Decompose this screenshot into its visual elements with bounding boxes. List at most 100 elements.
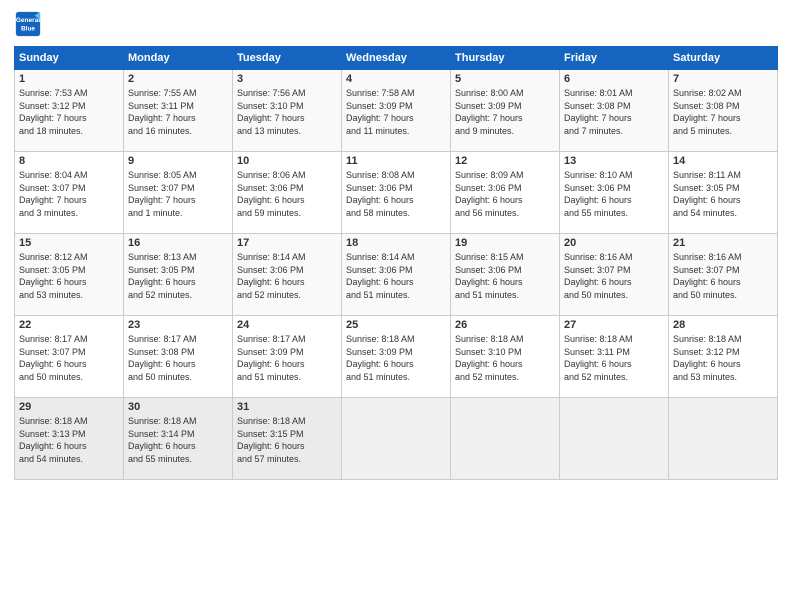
day-info: Sunrise: 8:17 AMSunset: 3:07 PMDaylight:… [19,333,119,383]
day-number: 4 [346,73,446,85]
day-info: Sunrise: 8:18 AMSunset: 3:14 PMDaylight:… [128,415,228,465]
day-number: 11 [346,155,446,167]
day-info: Sunrise: 7:55 AMSunset: 3:11 PMDaylight:… [128,87,228,137]
day-cell: 15 Sunrise: 8:12 AMSunset: 3:05 PMDayligh… [15,234,124,316]
day-number: 9 [128,155,228,167]
day-info: Sunrise: 7:53 AMSunset: 3:12 PMDaylight:… [19,87,119,137]
day-number: 2 [128,73,228,85]
day-cell: 17Sunrise: 8:14 AMSunset: 3:06 PMDayligh… [233,234,342,316]
day-cell: 28Sunrise: 8:18 AMSunset: 3:12 PMDayligh… [669,316,778,398]
day-number: 23 [128,319,228,331]
header: General Blue [14,10,778,38]
dow-header-saturday: Saturday [669,47,778,70]
dow-header-monday: Monday [124,47,233,70]
day-number: 19 [455,237,555,249]
days-of-week-row: SundayMondayTuesdayWednesdayThursdayFrid… [15,47,778,70]
day-cell: 19 Sunrise: 8:15 AMSunset: 3:06 PMDayligh… [451,234,560,316]
logo-icon: General Blue [14,10,42,38]
week-row-2: 8 Sunrise: 8:04 AMSunset: 3:07 PMDaylight… [15,152,778,234]
day-cell: 14 Sunrise: 8:11 AMSunset: 3:05 PMDayligh… [669,152,778,234]
page: General Blue SundayMondayTuesdayWednesda… [0,0,792,612]
day-info: Sunrise: 8:11 AMSunset: 3:05 PMDaylight:… [673,169,773,219]
day-info: Sunrise: 8:18 AMSunset: 3:15 PMDaylight:… [237,415,337,465]
calendar: SundayMondayTuesdayWednesdayThursdayFrid… [14,46,778,480]
day-info: Sunrise: 8:16 AMSunset: 3:07 PMDaylight:… [673,251,773,301]
day-cell: 2 Sunrise: 7:55 AMSunset: 3:11 PMDaylight… [124,70,233,152]
day-info: Sunrise: 8:14 AMSunset: 3:06 PMDaylight:… [237,251,337,301]
day-cell: 1 Sunrise: 7:53 AMSunset: 3:12 PMDaylight… [15,70,124,152]
day-number: 7 [673,73,773,85]
day-info: Sunrise: 8:12 AMSunset: 3:05 PMDaylight:… [19,251,119,301]
day-info: Sunrise: 8:16 AMSunset: 3:07 PMDaylight:… [564,251,664,301]
day-cell: 31 Sunrise: 8:18 AMSunset: 3:15 PMDayligh… [233,398,342,480]
day-info: Sunrise: 8:15 AMSunset: 3:06 PMDaylight:… [455,251,555,301]
day-cell: 5Sunrise: 8:00 AMSunset: 3:09 PMDaylight… [451,70,560,152]
day-info: Sunrise: 8:18 AMSunset: 3:10 PMDaylight:… [455,333,555,383]
day-cell: 8 Sunrise: 8:04 AMSunset: 3:07 PMDaylight… [15,152,124,234]
day-info: Sunrise: 8:13 AMSunset: 3:05 PMDaylight:… [128,251,228,301]
day-number: 27 [564,319,664,331]
day-number: 10 [237,155,337,167]
dow-header-sunday: Sunday [15,47,124,70]
day-cell: 10 Sunrise: 8:06 AMSunset: 3:06 PMDayligh… [233,152,342,234]
day-number: 16 [128,237,228,249]
day-info: Sunrise: 8:01 AMSunset: 3:08 PMDaylight:… [564,87,664,137]
day-info: Sunrise: 8:06 AMSunset: 3:06 PMDaylight:… [237,169,337,219]
day-cell: 26Sunrise: 8:18 AMSunset: 3:10 PMDayligh… [451,316,560,398]
day-info: Sunrise: 8:18 AMSunset: 3:12 PMDaylight:… [673,333,773,383]
svg-text:Blue: Blue [21,26,35,33]
week-row-4: 22 Sunrise: 8:17 AMSunset: 3:07 PMDayligh… [15,316,778,398]
day-info: Sunrise: 8:18 AMSunset: 3:11 PMDaylight:… [564,333,664,383]
day-info: Sunrise: 8:18 AMSunset: 3:09 PMDaylight:… [346,333,446,383]
day-number: 31 [237,401,337,413]
day-cell: 6Sunrise: 8:01 AMSunset: 3:08 PMDaylight… [560,70,669,152]
day-info: Sunrise: 8:05 AMSunset: 3:07 PMDaylight:… [128,169,228,219]
day-info: Sunrise: 8:17 AMSunset: 3:09 PMDaylight:… [237,333,337,383]
week-row-5: 29 Sunrise: 8:18 AMSunset: 3:13 PMDayligh… [15,398,778,480]
day-cell: 29 Sunrise: 8:18 AMSunset: 3:13 PMDayligh… [15,398,124,480]
dow-header-tuesday: Tuesday [233,47,342,70]
day-cell [669,398,778,480]
day-cell: 30Sunrise: 8:18 AMSunset: 3:14 PMDayligh… [124,398,233,480]
day-cell: 7 Sunrise: 8:02 AMSunset: 3:08 PMDaylight… [669,70,778,152]
day-info: Sunrise: 8:17 AMSunset: 3:08 PMDaylight:… [128,333,228,383]
day-cell [451,398,560,480]
day-cell: 4Sunrise: 7:58 AMSunset: 3:09 PMDaylight… [342,70,451,152]
day-info: Sunrise: 8:18 AMSunset: 3:13 PMDaylight:… [19,415,119,465]
day-number: 14 [673,155,773,167]
day-cell: 18 Sunrise: 8:14 AMSunset: 3:06 PMDayligh… [342,234,451,316]
day-cell: 12 Sunrise: 8:09 AMSunset: 3:06 PMDayligh… [451,152,560,234]
day-cell: 3 Sunrise: 7:56 AMSunset: 3:10 PMDaylight… [233,70,342,152]
day-cell: 22 Sunrise: 8:17 AMSunset: 3:07 PMDayligh… [15,316,124,398]
day-info: Sunrise: 8:09 AMSunset: 3:06 PMDaylight:… [455,169,555,219]
day-number: 12 [455,155,555,167]
day-number: 13 [564,155,664,167]
day-info: Sunrise: 8:14 AMSunset: 3:06 PMDaylight:… [346,251,446,301]
dow-header-thursday: Thursday [451,47,560,70]
day-number: 15 [19,237,119,249]
dow-header-wednesday: Wednesday [342,47,451,70]
day-cell [560,398,669,480]
day-number: 3 [237,73,337,85]
day-cell: 21Sunrise: 8:16 AMSunset: 3:07 PMDayligh… [669,234,778,316]
day-info: Sunrise: 8:04 AMSunset: 3:07 PMDaylight:… [19,169,119,219]
day-cell: 27 Sunrise: 8:18 AMSunset: 3:11 PMDayligh… [560,316,669,398]
day-info: Sunrise: 8:00 AMSunset: 3:09 PMDaylight:… [455,87,555,137]
day-info: Sunrise: 7:56 AMSunset: 3:10 PMDaylight:… [237,87,337,137]
calendar-body: 1 Sunrise: 7:53 AMSunset: 3:12 PMDaylight… [15,70,778,480]
day-cell: 13Sunrise: 8:10 AMSunset: 3:06 PMDayligh… [560,152,669,234]
day-number: 1 [19,73,119,85]
day-number: 20 [564,237,664,249]
week-row-3: 15 Sunrise: 8:12 AMSunset: 3:05 PMDayligh… [15,234,778,316]
day-number: 18 [346,237,446,249]
day-number: 25 [346,319,446,331]
day-cell: 16 Sunrise: 8:13 AMSunset: 3:05 PMDayligh… [124,234,233,316]
day-info: Sunrise: 8:08 AMSunset: 3:06 PMDaylight:… [346,169,446,219]
day-number: 24 [237,319,337,331]
day-info: Sunrise: 8:02 AMSunset: 3:08 PMDaylight:… [673,87,773,137]
day-number: 8 [19,155,119,167]
day-cell: 24 Sunrise: 8:17 AMSunset: 3:09 PMDayligh… [233,316,342,398]
day-number: 29 [19,401,119,413]
day-number: 22 [19,319,119,331]
logo: General Blue [14,10,46,38]
